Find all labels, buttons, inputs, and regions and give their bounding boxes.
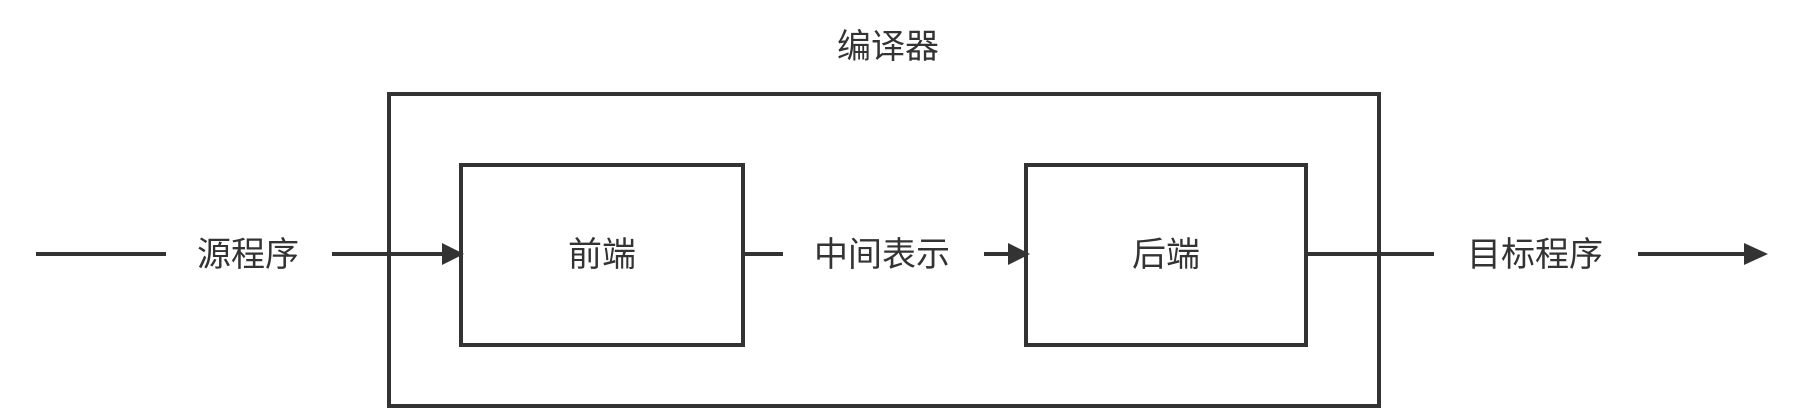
output-label: 目标程序: [1467, 235, 1603, 275]
intermediate-label: 中间表示: [814, 235, 950, 275]
compiler-title: 编译器: [837, 27, 939, 67]
backend-label: 后端: [1132, 235, 1200, 275]
input-label: 源程序: [197, 235, 299, 275]
compiler-diagram: 编译器 前端 后端 源程序 中间表示 目标程序: [36, 27, 1768, 408]
frontend-label: 前端: [568, 235, 636, 275]
output-arrowhead: [1744, 243, 1768, 265]
